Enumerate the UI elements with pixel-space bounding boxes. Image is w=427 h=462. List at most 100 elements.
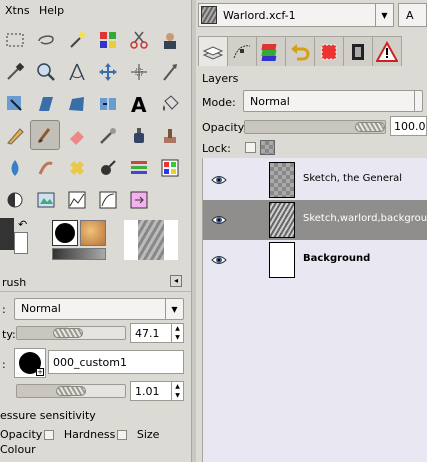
layer-thumbnail [269,202,295,238]
opacity-slider[interactable] [16,326,126,340]
measure-icon[interactable] [63,58,91,86]
pencil-icon[interactable] [1,122,29,150]
lock-label: Lock: [202,142,231,155]
layers-mode-arrow-icon [414,91,422,111]
scale-slider-handle[interactable] [56,386,86,396]
swap-colors-icon[interactable]: ↶ [18,218,30,231]
rect-select-icon[interactable] [1,26,29,54]
heal-icon[interactable] [63,154,91,182]
svg-text:A: A [131,93,147,115]
chevron-down-icon: ▼ [165,299,183,319]
spin-arrows-icon[interactable]: ▲ ▼ [171,324,183,342]
align-icon[interactable] [125,58,153,86]
text-icon[interactable]: A [125,90,153,118]
color-picker-icon[interactable] [1,58,29,86]
layers-title: Layers [202,72,239,85]
layer-row[interactable]: Sketch,warlord,background [203,200,427,240]
eraser-icon[interactable] [63,122,91,150]
zoom-icon[interactable] [32,58,60,86]
brush-indicator[interactable] [52,220,78,246]
layer-name: Sketch, the General [303,173,403,184]
fuzzy-select-icon[interactable] [63,26,91,54]
airbrush-icon[interactable] [94,122,122,150]
bucket-fill-icon[interactable] [156,90,184,118]
scale-icon[interactable] [32,90,60,118]
brush-preview-button[interactable]: + [14,348,46,378]
pressure-sensitivity-title: essure sensitivity [0,409,96,422]
pattern-indicator[interactable] [80,220,106,246]
scale-slider[interactable] [16,384,126,398]
lock-alpha-icon [260,140,275,155]
pressure-hardness-checkbox[interactable] [117,430,128,440]
menu-help[interactable]: Help [39,4,64,17]
crop-icon[interactable] [156,58,184,86]
background-color[interactable] [14,232,28,254]
blur-icon[interactable] [1,154,29,182]
brush-label: : [2,358,6,371]
mode-combo[interactable]: Normal ▼ [14,298,184,320]
opacity-slider-handle[interactable] [52,328,83,338]
eye-icon[interactable] [211,253,227,267]
opacity-spinbox[interactable]: 47.1 ▲ ▼ [130,323,184,343]
paths-tab-icon[interactable] [227,36,257,66]
color-tab-icon[interactable] [314,36,344,66]
layers-opacity-handle[interactable] [355,122,385,132]
paintbrush-icon[interactable] [30,120,60,150]
smudge-icon[interactable] [32,154,60,182]
curves-icon[interactable] [125,154,153,182]
rotate-icon[interactable] [1,90,29,118]
auto-button[interactable]: A [398,3,427,27]
foreground-color[interactable] [0,218,14,250]
sample-tab-icon[interactable] [343,36,373,66]
levels-icon[interactable] [156,154,184,182]
layers-list: Sketch, the General Sketch,warlord,backg… [202,158,427,462]
pressure-opacity-checkbox[interactable] [44,430,55,440]
layers-opacity-spinbox[interactable]: 100.0 [390,116,427,136]
opacity-value: 47.1 [135,327,160,340]
spin-arrows-icon[interactable]: ▲ ▼ [171,382,183,400]
layers-mode-value: Normal [250,95,290,108]
menu-xtns[interactable]: Xtns [5,4,30,17]
pressure-opacity-label: Opacity [0,428,43,441]
pattern-icon[interactable] [32,186,60,214]
pressure-hardness-label: Hardness [63,428,116,441]
clone-icon[interactable] [156,122,184,150]
pressure-colour-row: Colour [0,443,36,456]
layers-tab-icon[interactable] [198,36,228,66]
color-select-icon[interactable] [94,26,122,54]
layer-row[interactable]: Background [203,240,427,280]
ink-icon[interactable] [125,122,153,150]
image-combo[interactable]: Warlord.xcf-1 ▼ [198,3,394,27]
tab-menu-icon[interactable]: ◂ [170,275,182,287]
dodge-icon[interactable] [94,154,122,182]
active-image-indicator[interactable] [124,220,178,260]
foreground-select-icon[interactable] [156,26,184,54]
brush-name-field[interactable]: 000_custom1 [48,350,184,374]
pressure-colour-label: Colour [0,443,36,456]
undo-tab-icon[interactable] [285,36,315,66]
shear-icon[interactable] [63,90,91,118]
layers-mode-combo[interactable]: Normal [243,90,423,112]
gradient-2-icon[interactable] [125,186,153,214]
lasso-icon[interactable] [32,26,60,54]
layers-mode-label: Mode: [202,96,236,109]
layer-name: Sketch,warlord,background [303,213,427,224]
eye-icon[interactable] [211,173,227,187]
toolbox-panel: Xtns Help A ↶ rush ◂: Normal ▼ ty: 47.1… [0,0,191,462]
indicator-area: ↶ [0,214,191,266]
gradient-icon[interactable] [94,186,122,214]
scale-spinbox[interactable]: 1.01 ▲ ▼ [130,381,184,401]
channels-tab-icon[interactable] [256,36,286,66]
eye-icon[interactable] [211,213,227,227]
gradient-indicator[interactable] [52,248,106,260]
warning-tab-icon[interactable] [372,36,402,66]
dodge-burn-icon[interactable] [1,186,29,214]
perspective-icon[interactable] [94,90,122,118]
scissors-icon[interactable] [125,26,153,54]
lock-alpha-checkbox[interactable] [245,142,256,153]
layers-opacity-slider[interactable] [244,120,386,134]
dock-tabs [196,36,427,66]
move-icon[interactable] [94,58,122,86]
layer-row[interactable]: Sketch, the General [203,160,427,200]
histogram-icon[interactable] [63,186,91,214]
